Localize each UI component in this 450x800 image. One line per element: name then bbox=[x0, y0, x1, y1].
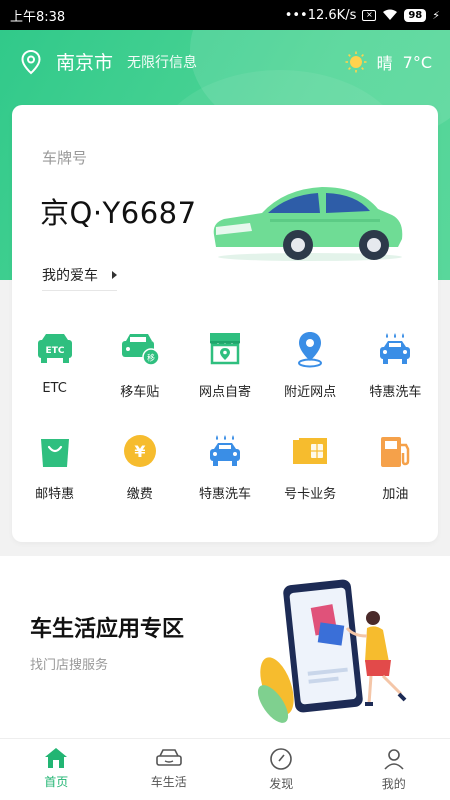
service-label: ETC bbox=[42, 381, 67, 396]
car-life-promo[interactable]: 车生活应用专区 找门店搜服务 bbox=[0, 556, 450, 738]
wifi-icon bbox=[383, 9, 398, 20]
service-move-car[interactable]: 移 移车贴 bbox=[97, 325, 182, 427]
yuan-coin-icon: ¥ bbox=[123, 435, 156, 467]
nav-label: 车生活 bbox=[150, 775, 187, 789]
service-payment[interactable]: ¥ 缴费 bbox=[97, 427, 182, 529]
service-label: 加油 bbox=[382, 487, 409, 502]
service-car-wash[interactable]: 特惠洗车 bbox=[353, 325, 438, 427]
home-icon bbox=[45, 748, 68, 768]
svg-text:¥: ¥ bbox=[134, 442, 145, 461]
service-etc[interactable]: ETC ETC bbox=[12, 325, 97, 427]
status-bar: 上午8:38 •••12.6K/s × 98 ⚡ bbox=[0, 0, 450, 30]
car-wash-icon bbox=[380, 333, 411, 364]
weather: 晴 7°C bbox=[345, 50, 432, 74]
city-name[interactable]: 南京市 bbox=[56, 48, 113, 75]
nav-car-life[interactable]: 车生活 bbox=[113, 739, 226, 800]
sim-card-icon bbox=[293, 438, 328, 464]
shopping-bag-icon bbox=[40, 439, 69, 467]
arrow-right-icon bbox=[112, 271, 117, 279]
etc-icon: ETC bbox=[37, 334, 72, 363]
service-label: 缴费 bbox=[126, 487, 153, 502]
promo-subtitle: 找门店搜服务 bbox=[30, 658, 109, 673]
nav-label: 首页 bbox=[44, 775, 69, 789]
plate-number[interactable]: 京Q·Y6687 bbox=[40, 190, 197, 232]
service-fuel[interactable]: 加油 bbox=[353, 427, 438, 529]
nav-label: 发现 bbox=[269, 777, 294, 791]
move-car-icon: 移 bbox=[121, 334, 160, 366]
service-label: 特惠洗车 bbox=[198, 487, 251, 502]
nav-label: 我的 bbox=[381, 777, 406, 791]
my-car-link[interactable]: 我的爱车 bbox=[42, 265, 117, 291]
battery-icon: 98 bbox=[404, 8, 427, 22]
service-label: 附近网点 bbox=[284, 385, 337, 400]
svg-text:ETC: ETC bbox=[45, 346, 64, 356]
shopping-illustration bbox=[257, 579, 407, 723]
service-label: 邮特惠 bbox=[35, 487, 75, 502]
plate-label: 车牌号 bbox=[42, 149, 88, 167]
compass-icon bbox=[270, 748, 293, 770]
car-card: 车牌号 京Q·Y6687 我的爱车 ETC ETC 移 移车贴 网点自寄 附近网… bbox=[12, 105, 438, 542]
service-nearby[interactable]: 附近网点 bbox=[268, 325, 353, 427]
status-indicators: •••12.6K/s × 98 ⚡ bbox=[285, 8, 440, 23]
svg-text:移: 移 bbox=[147, 353, 155, 363]
service-car-wash-2[interactable]: 特惠洗车 bbox=[182, 427, 267, 529]
promo-title: 车生活应用专区 bbox=[30, 617, 185, 642]
weather-text: 晴 bbox=[376, 54, 393, 73]
service-label: 移车贴 bbox=[120, 385, 160, 400]
location-selector[interactable]: 南京市 无限行信息 bbox=[20, 48, 197, 75]
car-illustration bbox=[213, 187, 403, 261]
traffic-restriction: 无限行信息 bbox=[127, 54, 198, 71]
service-store-mail[interactable]: 网点自寄 bbox=[182, 325, 267, 427]
location-pin-icon bbox=[298, 332, 323, 368]
bottom-nav: 首页 车生活 发现 我的 bbox=[0, 738, 450, 800]
nav-profile[interactable]: 我的 bbox=[338, 739, 450, 800]
store-mail-icon bbox=[209, 333, 240, 365]
temperature: 7°C bbox=[402, 52, 432, 72]
car-wash-icon bbox=[209, 435, 240, 466]
nav-home[interactable]: 首页 bbox=[0, 739, 113, 800]
fuel-icon bbox=[381, 437, 410, 467]
charging-icon: ⚡ bbox=[432, 8, 440, 22]
nav-discover[interactable]: 发现 bbox=[225, 739, 338, 800]
service-label: 网点自寄 bbox=[198, 385, 251, 400]
service-label: 特惠洗车 bbox=[369, 385, 422, 400]
sun-icon bbox=[345, 51, 367, 73]
service-label: 号卡业务 bbox=[284, 487, 337, 502]
service-post-deals[interactable]: 邮特惠 bbox=[12, 427, 97, 529]
location-pin-icon bbox=[21, 49, 41, 74]
service-grid: ETC ETC 移 移车贴 网点自寄 附近网点 特惠洗车 邮特惠 ¥ 缴费 特惠… bbox=[12, 325, 438, 529]
network-speed: •••12.6K/s bbox=[284, 7, 357, 23]
status-time: 上午8:38 bbox=[10, 9, 66, 25]
car-life-icon bbox=[155, 749, 182, 766]
no-sim-icon: × bbox=[362, 9, 377, 21]
my-car-label: 我的爱车 bbox=[42, 268, 98, 284]
service-sim-card[interactable]: 号卡业务 bbox=[268, 427, 353, 529]
profile-icon bbox=[384, 749, 404, 770]
